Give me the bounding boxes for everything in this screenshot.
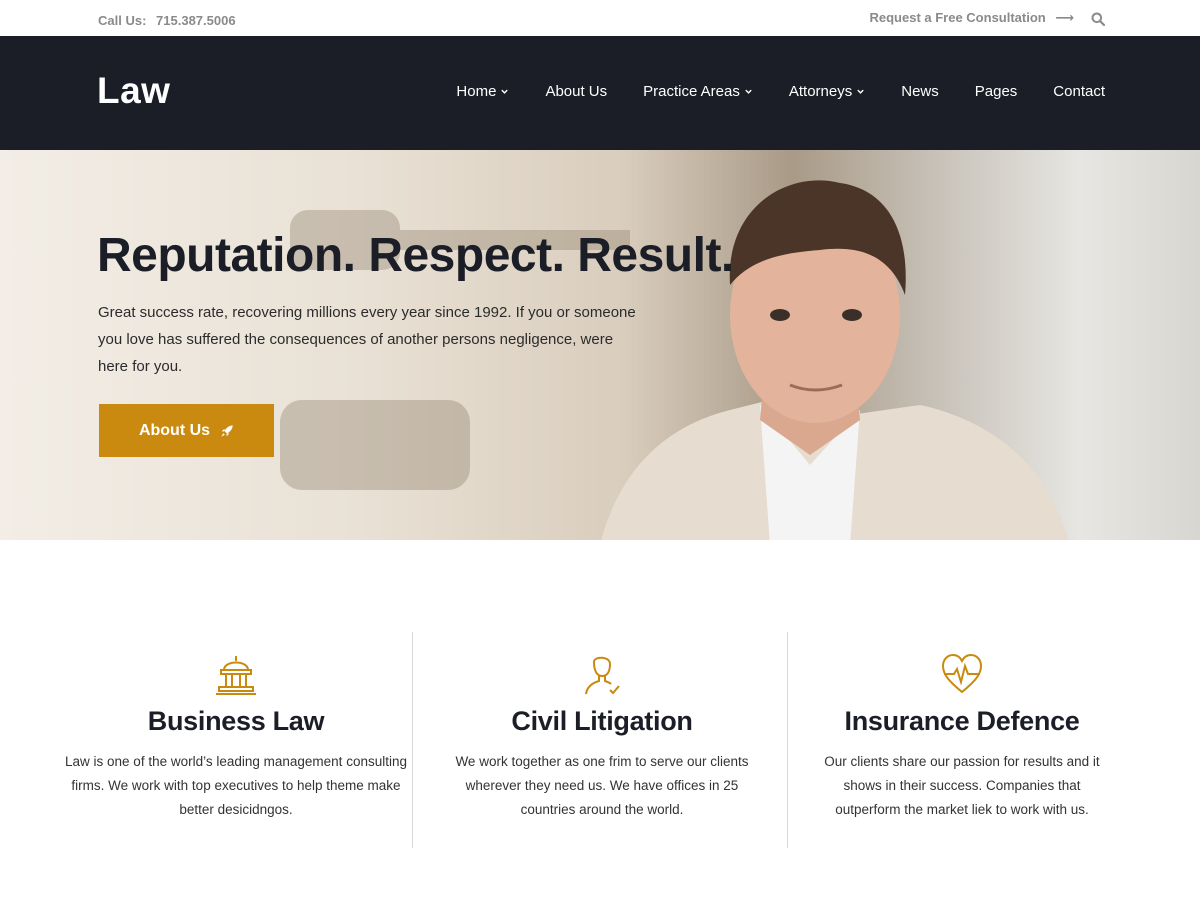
- courthouse-icon: [216, 656, 256, 695]
- feature-title: Civil Litigation: [511, 706, 693, 736]
- feature-divider: [412, 632, 413, 848]
- feature-divider: [787, 632, 788, 848]
- nav-item-label: News: [901, 83, 939, 100]
- main-nav: Home About Us Practice Areas Attorneys N…: [420, 83, 1105, 100]
- feature-description: Our clients share our passion for result…: [824, 754, 1100, 817]
- chevron-down-icon: [501, 89, 509, 94]
- nav-item-label: Contact: [1053, 83, 1105, 100]
- feature-title: Insurance Defence: [844, 706, 1080, 736]
- feature-insurance-defence: Insurance Defence Our clients share our …: [812, 632, 1112, 848]
- feature-civil-litigation: Civil Litigation We work together as one…: [442, 632, 762, 848]
- nav-item-label: About Us: [545, 83, 608, 100]
- feature-title: Business Law: [147, 706, 325, 736]
- feature-description: We work together as one frim to serve ou…: [455, 754, 749, 817]
- features-section: Business Law Law is one of the world’s l…: [60, 632, 1140, 848]
- hero-section: Reputation. Respect. Result. Great succe…: [0, 150, 1200, 540]
- consultation-label: Request a Free Consultation: [869, 10, 1046, 25]
- feature-business-law: Business Law Law is one of the world’s l…: [60, 632, 412, 848]
- call-label: Call Us:: [98, 13, 147, 28]
- arrow-right-icon: ⟶: [1055, 10, 1074, 25]
- nav-item-attorneys[interactable]: Attorneys: [789, 83, 865, 100]
- about-us-button[interactable]: About Us: [99, 404, 274, 457]
- chevron-down-icon: [857, 89, 864, 94]
- nav-item-about-us[interactable]: About Us: [545, 83, 607, 100]
- chevron-down-icon: [745, 89, 752, 94]
- phone-number[interactable]: 715.387.5006: [156, 13, 236, 28]
- person-check-icon: [585, 656, 620, 695]
- hero-description: Great success rate, recovering millions …: [98, 304, 636, 375]
- feature-description: Law is one of the world’s leading manage…: [65, 754, 407, 817]
- heart-pulse-icon: [941, 653, 983, 694]
- consultation-link[interactable]: Request a Free Consultation ⟶: [869, 10, 1074, 26]
- nav-item-label: Practice Areas: [643, 83, 740, 100]
- search-icon[interactable]: [1091, 12, 1105, 26]
- site-logo[interactable]: Law: [97, 72, 170, 110]
- nav-item-label: Attorneys: [788, 83, 853, 100]
- nav-item-contact[interactable]: Contact: [1053, 83, 1105, 100]
- top-bar: Call Us: 715.387.5006 Request a Free Con…: [0, 0, 1200, 36]
- nav-item-news[interactable]: News: [901, 83, 939, 100]
- nav-item-label: Home: [456, 83, 497, 100]
- nav-item-home[interactable]: Home: [456, 83, 509, 100]
- nav-item-pages[interactable]: Pages: [975, 83, 1018, 100]
- site-header: Law Home About Us Practice Areas Attorne…: [0, 36, 1200, 150]
- nav-item-practice-areas[interactable]: Practice Areas: [643, 83, 753, 100]
- rocket-icon: [221, 424, 233, 437]
- nav-item-label: Pages: [974, 83, 1018, 100]
- about-us-button-label: About Us: [138, 421, 211, 439]
- call-us: Call Us: 715.387.5006: [98, 13, 236, 28]
- hero-title: Reputation. Respect. Result.: [97, 229, 734, 282]
